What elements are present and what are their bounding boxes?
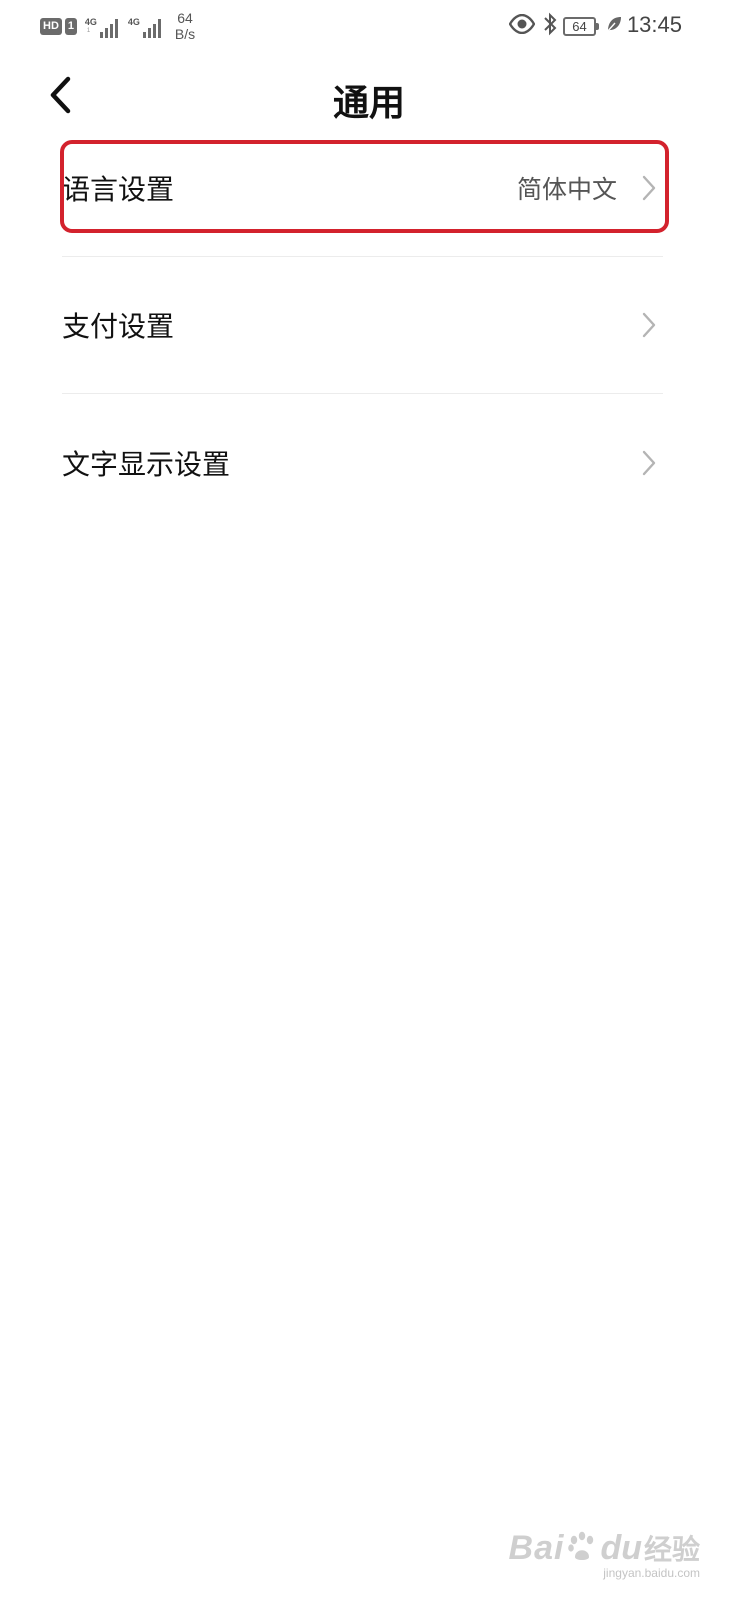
page-title: 通用 [332,83,405,124]
signal-bar [147,28,151,38]
signal-bar [99,32,103,38]
hd-badge: HD [40,17,62,35]
chevron-right-icon [641,449,657,477]
clock: 13:45 [626,12,682,37]
network-speed: 64 B/s [175,10,195,42]
leaf-icon [606,15,622,37]
settings-item-text-display[interactable]: 文字显示设置 [62,394,663,531]
network-sub-1: 1 [86,28,91,34]
speed-unit: B/s [174,26,196,42]
sim-badge: 1 [64,17,77,35]
bluetooth-icon [543,12,557,40]
eye-icon [508,13,536,38]
watermark-du: du [600,1528,642,1567]
baidu-jingyan-watermark: Bai du 经验 jingyan.baidu.com [509,1528,700,1581]
signal-2: 4G [128,14,161,38]
watermark-jingyan: 经验 [643,1534,700,1565]
status-left: HD 1 4G 1 4G 64 B/s [40,8,195,44]
item-value: 简体中文 [516,175,617,204]
chevron-right-icon [641,311,657,339]
signal-bar [114,19,118,38]
watermark-logo: Bai du 经验 [509,1528,700,1568]
network-type-2: 4G [127,17,140,27]
signal-bar [104,28,108,38]
signal-bar [152,24,156,38]
settings-item-language[interactable]: 语言设置 简体中文 [62,120,663,257]
settings-list: 语言设置 简体中文 支付设置 文字显示设置 [62,120,663,531]
watermark-url: jingyan.baidu.com [603,1566,700,1580]
network-type-1: 4G [84,17,97,27]
speed-value: 64 [177,10,193,26]
status-bar: HD 1 4G 1 4G 64 B/s 64 13:45 [0,0,738,56]
paw-icon [565,1529,599,1568]
item-label: 支付设置 [62,310,175,343]
watermark-bai: Bai [508,1528,565,1567]
settings-item-payment[interactable]: 支付设置 [62,257,663,394]
signal-1: 4G 1 [85,14,118,38]
general-settings-screen: HD 1 4G 1 4G 64 B/s 64 13:45 通用 语言设置 简体中… [0,0,738,1600]
chevron-right-icon [641,174,657,202]
signal-bar [142,32,146,38]
battery-icon: 64 [563,16,599,36]
item-label: 语言设置 [62,173,175,206]
status-right: 64 [508,8,622,44]
signal-bar [157,19,161,38]
item-label: 文字显示设置 [62,447,231,481]
signal-bar [109,24,113,38]
